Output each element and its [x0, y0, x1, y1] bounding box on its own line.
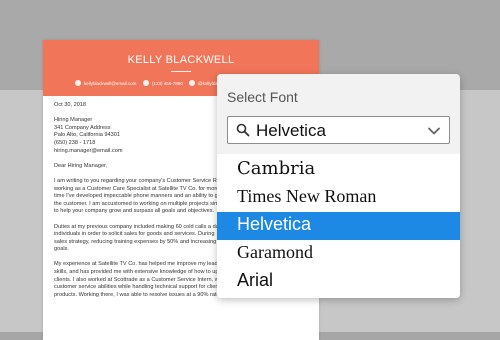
font-option-label: Times New Roman [237, 186, 377, 206]
name-divider [171, 71, 191, 72]
email-icon [75, 80, 81, 86]
font-option-times-new-roman[interactable]: Times New Roman [217, 184, 460, 212]
font-search-value: Helvetica [256, 121, 326, 140]
font-option-label: Arial [237, 270, 274, 290]
search-icon [236, 123, 250, 137]
contact-phone-text: (123) 456-7890 [152, 80, 183, 86]
font-picker-title: Select Font [227, 89, 298, 105]
font-option-cambria[interactable]: Cambria [217, 156, 460, 184]
phone-icon [143, 80, 149, 86]
contact-email-text: kellyblackwell@email.com [84, 80, 137, 86]
font-option-arial[interactable]: Arial [217, 268, 460, 296]
font-option-garamond[interactable]: Garamond [217, 240, 460, 268]
font-search-input[interactable]: Helvetica [227, 116, 450, 144]
font-option-label: Garamond [237, 242, 313, 262]
contact-email: kellyblackwell@email.com [75, 78, 136, 88]
font-option-helvetica[interactable]: Helvetica [217, 212, 460, 240]
font-options-list: Cambria Times New Roman Helvetica Garamo… [217, 154, 460, 298]
font-option-label: Helvetica [237, 214, 312, 234]
contact-phone: (123) 456-7890 [143, 78, 183, 88]
chevron-down-icon[interactable] [427, 124, 441, 138]
applicant-name: KELLY BLACKWELL [127, 54, 235, 66]
font-picker-panel: Select Font Helvetica Cambria Times New … [217, 74, 460, 298]
social-icon [189, 80, 195, 86]
font-option-label: Cambria [237, 158, 316, 179]
